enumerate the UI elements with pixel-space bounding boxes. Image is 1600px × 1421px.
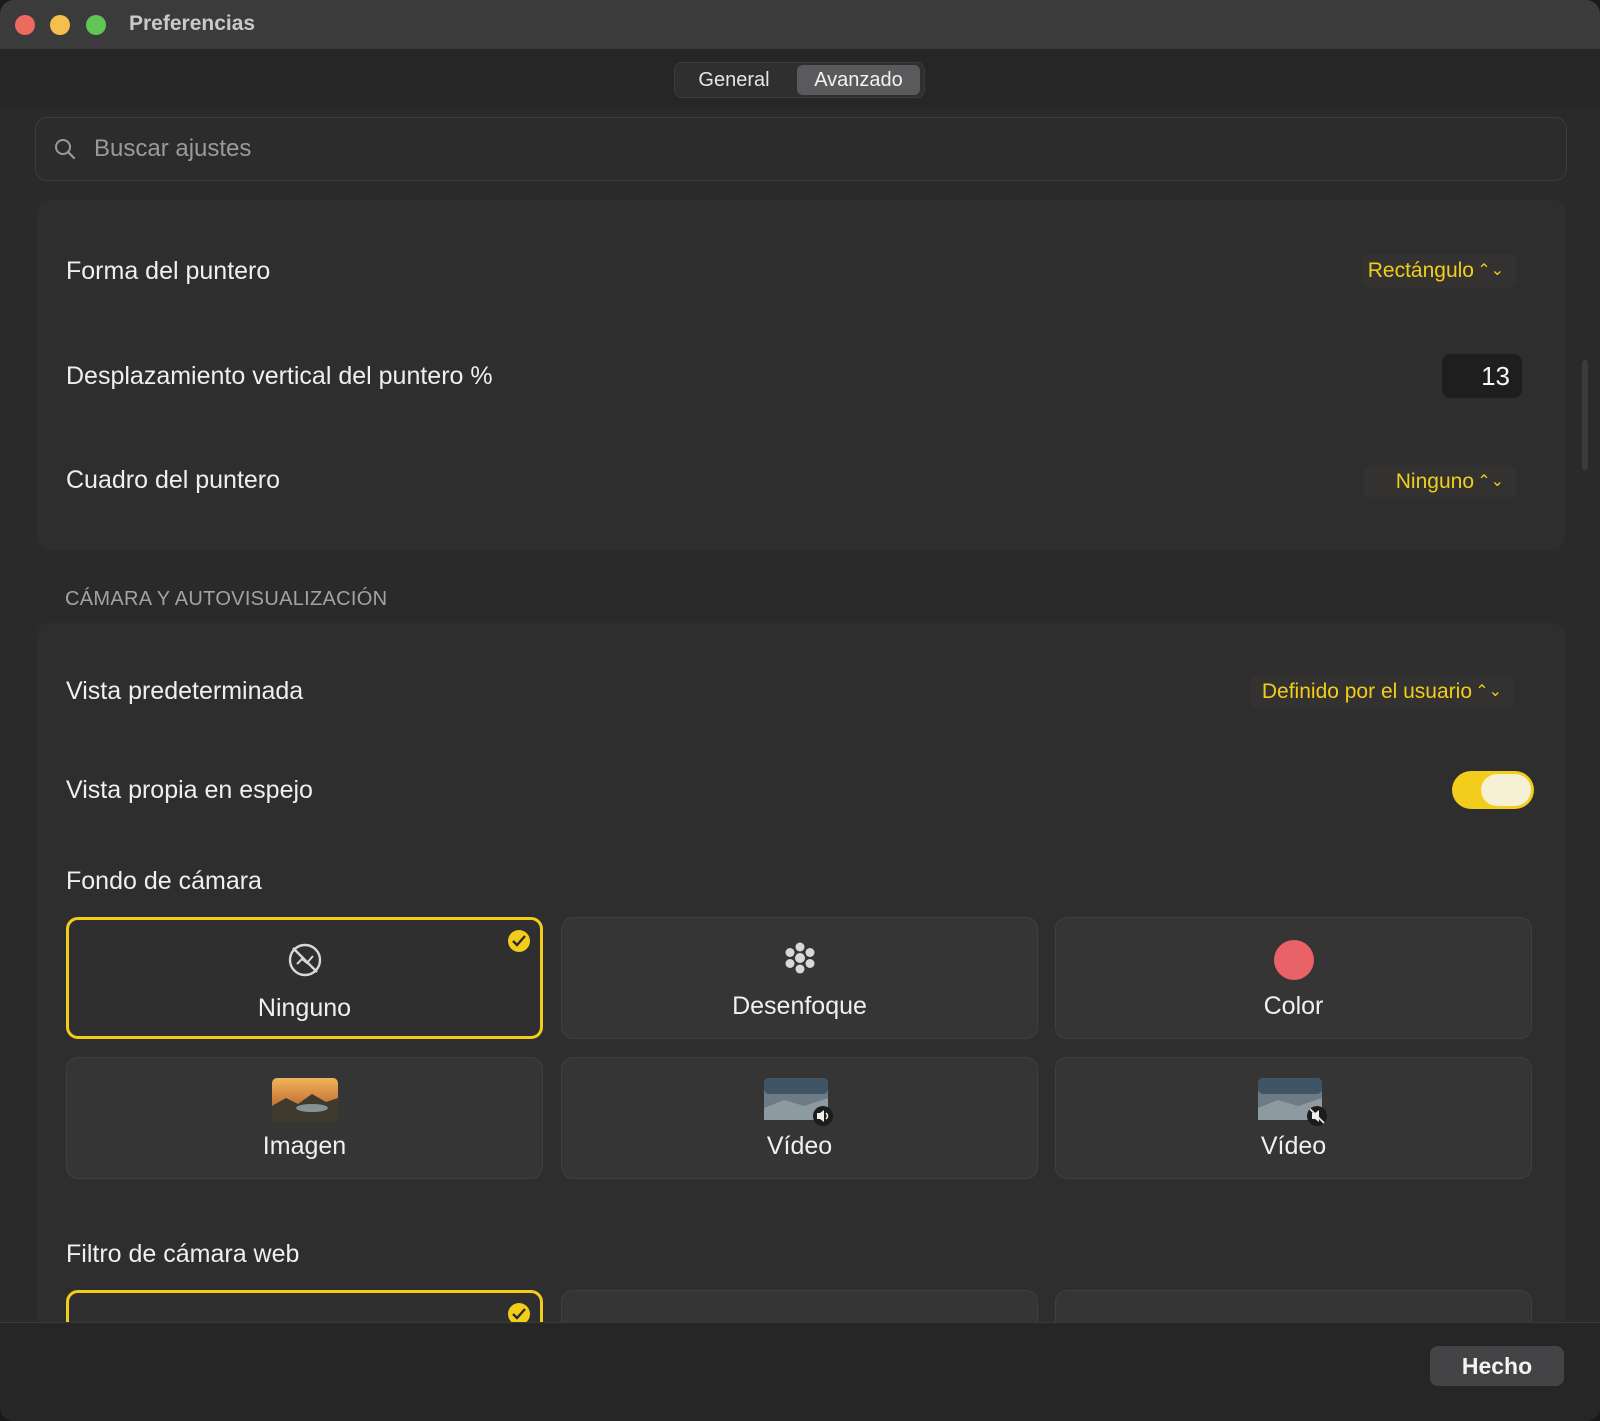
tab-advanced[interactable]: Avanzado (797, 65, 920, 95)
camera-section-title: CÁMARA Y AUTOVISUALIZACIÓN (65, 588, 388, 610)
default-view-label: Vista predeterminada (66, 677, 304, 705)
toolbar: General Avanzado (0, 49, 1600, 107)
pointer-frame-label: Cuadro del puntero (66, 466, 281, 494)
mirror-view-toggle[interactable] (1452, 771, 1534, 809)
tile-label: Vídeo (766, 1132, 833, 1160)
background-option-color[interactable]: Color (1055, 917, 1532, 1039)
tab-segmented-control: General Avanzado (674, 62, 925, 98)
image-thumbnail-icon (271, 1078, 338, 1127)
tile-label: Ninguno (257, 994, 352, 1022)
pointer-frame-value: Ninguno (1395, 470, 1474, 493)
chevron-up-down-icon: ⌃⌄ (1477, 262, 1504, 279)
tab-general[interactable]: General (679, 65, 789, 95)
search-icon (55, 139, 76, 160)
no-background-icon (287, 942, 323, 983)
footer-bar (0, 1322, 1600, 1421)
preferences-window: Preferencias General Avanzado Forma del … (0, 0, 1600, 1421)
close-window-button[interactable] (15, 15, 35, 35)
search-field (35, 117, 1567, 181)
mirror-view-label: Vista propia en espejo (66, 776, 313, 804)
webcam-filter-label: Filtro de cámara web (66, 1240, 300, 1268)
toggle-knob (1481, 774, 1531, 806)
camera-background-label: Fondo de cámara (66, 867, 262, 895)
video-muted-icon (1257, 1078, 1330, 1131)
background-option-video-sound[interactable]: Vídeo (561, 1057, 1038, 1179)
chevron-up-down-icon: ⌃⌄ (1477, 473, 1504, 490)
pointer-offset-field[interactable]: 13 (1442, 354, 1522, 398)
background-option-blur[interactable]: Desenfoque (561, 917, 1038, 1039)
default-view-popup[interactable]: Definido por el usuario ⌃⌄ (1250, 675, 1514, 709)
tile-label: Vídeo (1260, 1132, 1327, 1160)
chevron-up-down-icon: ⌃⌄ (1475, 683, 1502, 700)
window-title: Preferencias (129, 12, 256, 35)
tile-label: Desenfoque (732, 992, 867, 1020)
title-bar: Preferencias (0, 0, 1600, 50)
pointer-shape-value: Rectángulo (1367, 259, 1474, 282)
pointer-shape-label: Forma del puntero (66, 257, 271, 285)
background-option-video-muted[interactable]: Vídeo (1055, 1057, 1532, 1179)
video-with-sound-icon (763, 1078, 836, 1131)
pointer-frame-popup[interactable]: Ninguno ⌃⌄ (1364, 465, 1516, 499)
search-input[interactable] (92, 128, 1536, 170)
done-button[interactable]: Hecho (1430, 1346, 1564, 1386)
pointer-offset-label: Desplazamiento vertical del puntero % (66, 362, 493, 390)
scrollbar-thumb[interactable] (1582, 360, 1588, 470)
pointer-shape-popup[interactable]: Rectángulo ⌃⌄ (1362, 254, 1516, 288)
background-option-image[interactable]: Imagen (66, 1057, 543, 1179)
tile-label: Imagen (262, 1132, 347, 1160)
minimize-window-button[interactable] (50, 15, 70, 35)
selected-checkmark-icon (508, 930, 530, 952)
default-view-value: Definido por el usuario (1261, 680, 1472, 703)
zoom-window-button[interactable] (86, 15, 106, 35)
tile-label: Color (1263, 992, 1324, 1020)
background-option-none[interactable]: Ninguno (66, 917, 543, 1039)
color-swatch-icon (1273, 940, 1314, 985)
blur-icon (780, 940, 820, 981)
